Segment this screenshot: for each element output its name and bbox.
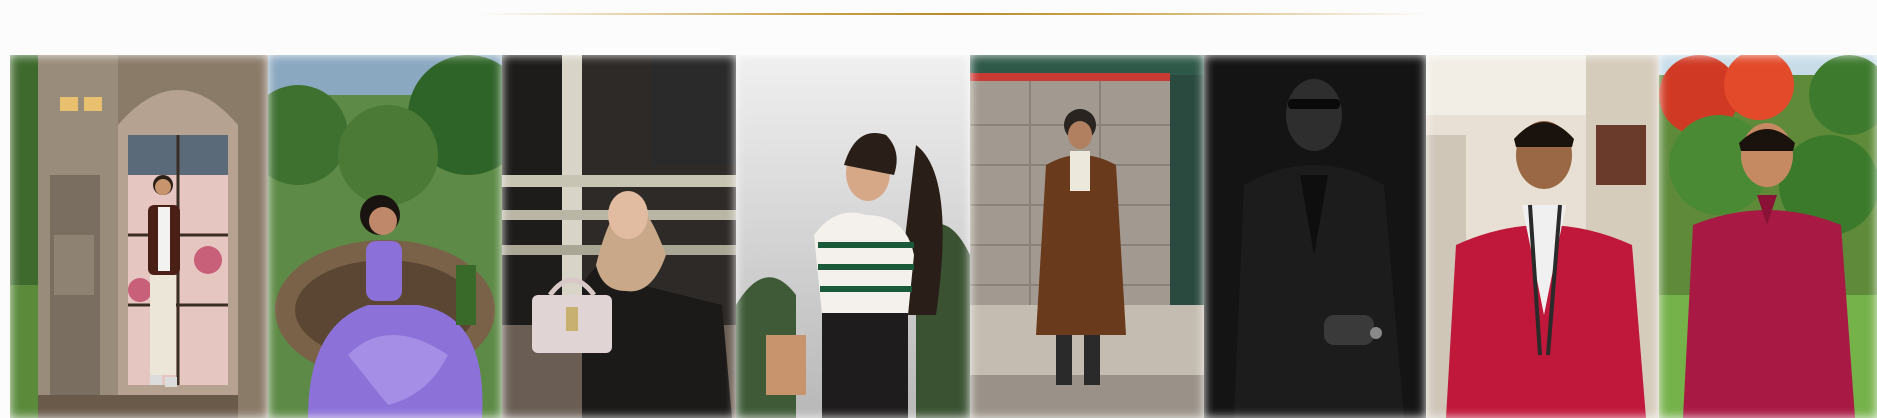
photo-strip	[10, 55, 1877, 418]
gold-divider-line	[478, 13, 1428, 15]
gallery-photo[interactable]	[1426, 55, 1659, 418]
gallery-photo[interactable]	[736, 55, 970, 418]
gallery-photo[interactable]	[970, 55, 1204, 418]
gallery-photo[interactable]	[10, 55, 268, 418]
gallery-page	[0, 0, 1877, 418]
gallery-photo[interactable]	[502, 55, 736, 418]
gallery-photo[interactable]	[1204, 55, 1426, 418]
gallery-photo[interactable]	[268, 55, 502, 418]
gallery-photo[interactable]	[1659, 55, 1877, 418]
